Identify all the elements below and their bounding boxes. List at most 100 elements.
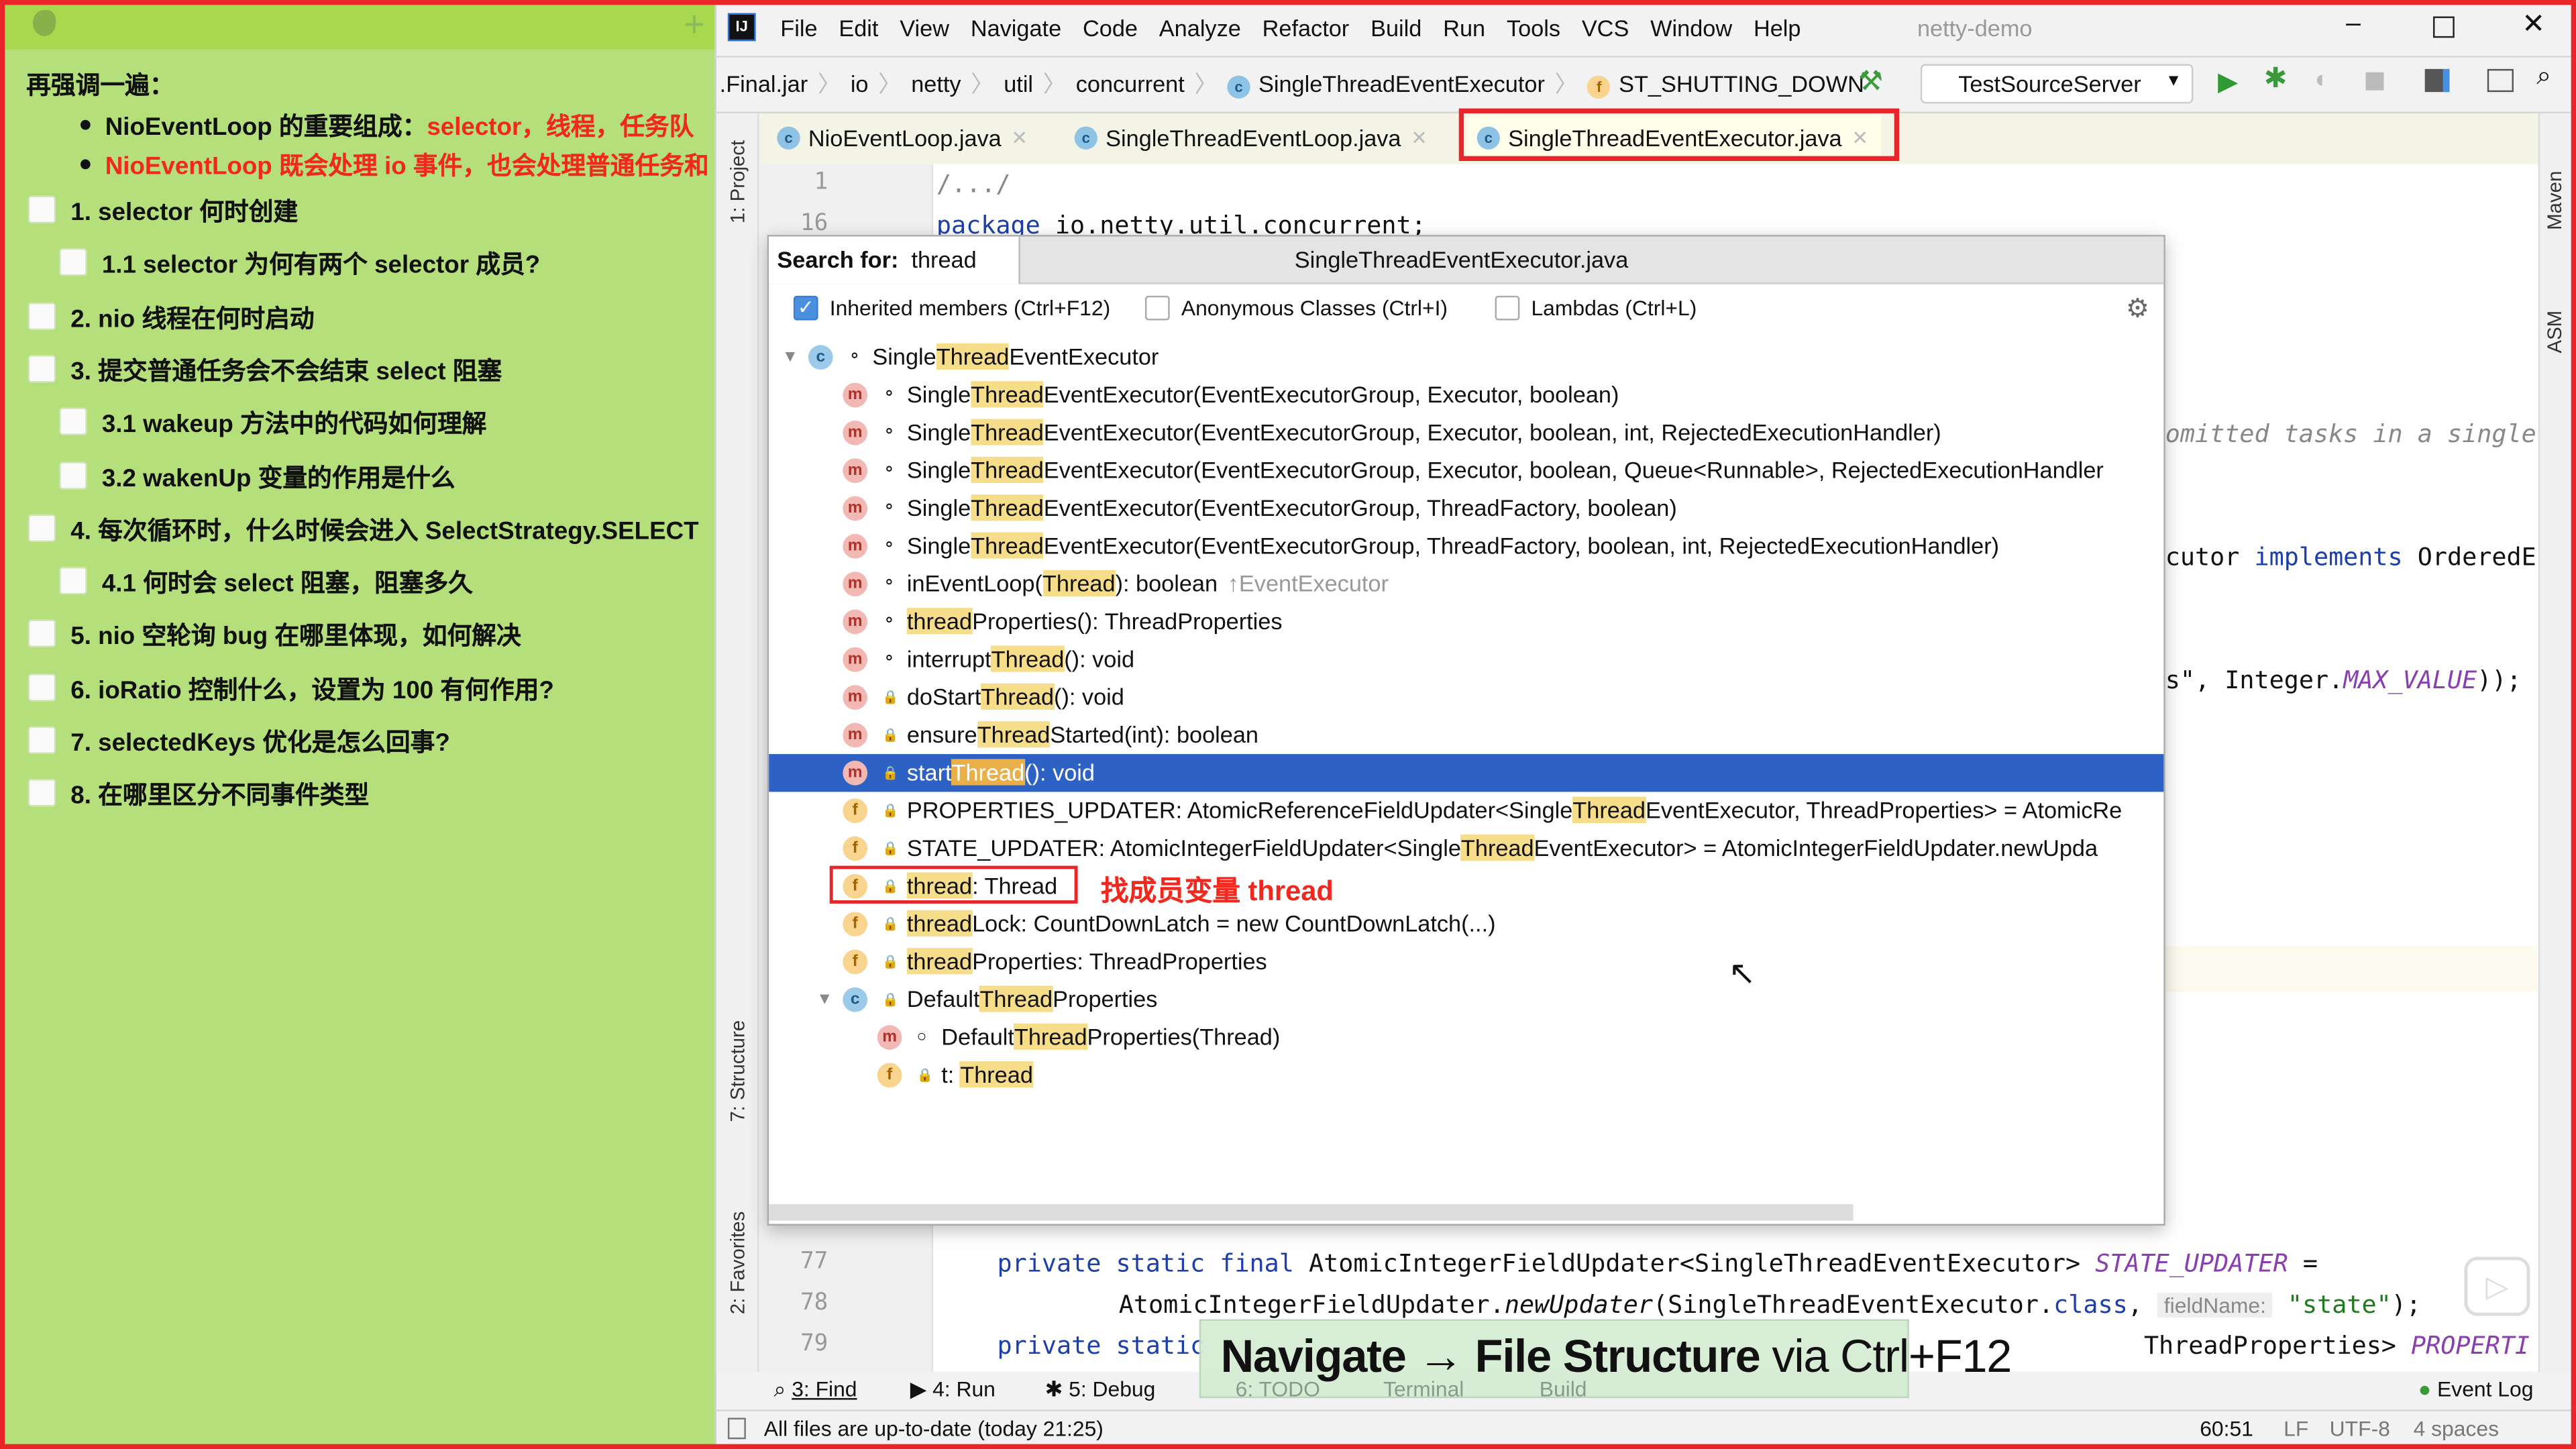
menu-file[interactable]: File: [780, 15, 817, 41]
structure-row[interactable]: f 🔒 threadProperties: ThreadProperties: [769, 943, 2163, 981]
tab-nioeventloop-java[interactable]: c NioEventLoop.java ✕: [767, 115, 1041, 161]
add-note-icon[interactable]: +: [684, 3, 704, 46]
label-prefix: doStart: [906, 683, 981, 710]
structure-row[interactable]: m ⚬ threadProperties(): ThreadProperties: [769, 603, 2163, 641]
note-item-label: 3.2 wakenUp 变量的作用是什么: [101, 464, 455, 492]
menu-navigate[interactable]: Navigate: [971, 15, 1061, 41]
coverage-icon[interactable]: ◐: [2315, 66, 2330, 94]
structure-row[interactable]: f 🔒 PROPERTIES_UPDATER: AtomicReferenceFie…: [769, 792, 2163, 829]
menu-tools[interactable]: Tools: [1507, 15, 1560, 41]
menu-vcs[interactable]: VCS: [1582, 15, 1629, 41]
breadcrumb-item[interactable]: io: [851, 70, 869, 97]
menu-view[interactable]: View: [900, 15, 949, 41]
event-log-button[interactable]: ● Event Log: [2418, 1377, 2534, 1401]
menu-refactor[interactable]: Refactor: [1263, 15, 1350, 41]
structure-row[interactable]: m 🔒 startThread(): void: [769, 754, 2164, 792]
structure-row[interactable]: ▼ c 🔒 DefaultThreadProperties: [769, 981, 2163, 1018]
structure-row[interactable]: m ⚬ inEventLoop(Thread): boolean ↑EventExec…: [769, 565, 2163, 602]
structure-row[interactable]: f 🔒 threadLock: CountDownLatch = new Count…: [769, 905, 2163, 943]
structure-row[interactable]: ▼ c ⚬ SingleThreadEventExecutor: [769, 338, 2163, 376]
search-everywhere-icon[interactable]: ⌕: [2536, 62, 2551, 92]
project-tool-tab[interactable]: 1: Project: [726, 140, 749, 223]
minimize-button[interactable]: –: [2346, 10, 2361, 40]
structure-row[interactable]: m ⚬ SingleThreadEventExecutor(EventExecuto…: [769, 376, 2163, 414]
menu-build[interactable]: Build: [1371, 15, 1421, 41]
indent-setting[interactable]: 4 spaces: [2414, 1416, 2499, 1441]
horizontal-scrollbar[interactable]: [769, 1204, 1854, 1221]
structure-row[interactable]: m ⚬ SingleThreadEventExecutor(EventExecuto…: [769, 451, 2163, 489]
note-checkbox[interactable]: [28, 354, 56, 383]
breadcrumb-item[interactable]: .Final.jar: [720, 70, 808, 97]
search-field[interactable]: Search for: thread: [769, 236, 1020, 284]
build-tool-button[interactable]: Build: [1540, 1377, 1587, 1401]
expand-arrow-icon[interactable]: ▼: [782, 338, 798, 376]
frame-icon[interactable]: [2487, 68, 2514, 93]
breadcrumb-item[interactable]: util: [1004, 70, 1033, 97]
search-match: Thread: [981, 683, 1055, 710]
menu-help[interactable]: Help: [1754, 15, 1801, 41]
note-checkbox[interactable]: [59, 407, 87, 436]
debug-tool-button[interactable]: ✱ 5: Debug: [1045, 1377, 1156, 1403]
file-encoding[interactable]: UTF-8: [2330, 1416, 2390, 1441]
close-window-button[interactable]: ✕: [2522, 8, 2545, 41]
run-config-select[interactable]: TestSourceServer ▼: [1920, 64, 2194, 104]
note-item-label: 4. 每次循环时，什么时候会进入 SelectStrategy.SELECT: [70, 517, 699, 545]
note-checkbox[interactable]: [28, 620, 56, 648]
terminal-tool-button[interactable]: Terminal: [1383, 1377, 1464, 1401]
menu-run[interactable]: Run: [1443, 15, 1485, 41]
method-icon: m: [843, 572, 868, 596]
maximize-button[interactable]: [2432, 16, 2455, 38]
favorites-tool-tab[interactable]: 2: Favorites: [726, 1212, 749, 1315]
line-separator[interactable]: LF: [2284, 1416, 2308, 1441]
inherited-from: ↑EventExecutor: [1227, 570, 1389, 596]
structure-row[interactable]: f 🔒 t: Thread: [769, 1057, 2163, 1094]
maven-tool-tab[interactable]: Maven: [2543, 171, 2566, 230]
status-toggle-icon[interactable]: [727, 1417, 746, 1440]
note-checkbox[interactable]: [59, 567, 87, 595]
debug-icon[interactable]: ✱: [2264, 62, 2288, 95]
caret-position[interactable]: 60:51: [2200, 1416, 2253, 1441]
structure-row[interactable]: m ⚬ SingleThreadEventExecutor(EventExecuto…: [769, 414, 2163, 451]
lambdas-checkbox[interactable]: Lambdas (Ctrl+L): [1495, 295, 1697, 321]
close-tab-icon[interactable]: ✕: [1011, 127, 1028, 150]
run-icon[interactable]: ▶: [2218, 66, 2238, 99]
inherited-members-checkbox[interactable]: ✓ Inherited members (Ctrl+F12): [793, 295, 1110, 321]
note-checkbox[interactable]: [28, 195, 56, 224]
structure-row[interactable]: m ○ DefaultThreadProperties(Thread): [769, 1018, 2163, 1056]
close-tab-icon[interactable]: ✕: [1411, 127, 1428, 150]
structure-row[interactable]: m 🔒 doStartThread(): void: [769, 678, 2163, 716]
structure-row[interactable]: m 🔒 ensureThreadStarted(int): boolean: [769, 716, 2163, 754]
note-checkbox[interactable]: [28, 514, 56, 542]
stop-icon[interactable]: [2365, 72, 2384, 91]
structure-row[interactable]: f 🔒 STATE_UPDATER: AtomicIntegerFieldUpdat…: [769, 830, 2163, 867]
folded-header[interactable]: /.../: [936, 169, 1011, 199]
note-checkbox[interactable]: [28, 301, 56, 330]
expand-arrow-icon[interactable]: ▼: [816, 981, 833, 1018]
note-checkbox[interactable]: [28, 673, 56, 701]
asm-tool-tab[interactable]: ASM: [2543, 311, 2566, 354]
menu-window[interactable]: Window: [1650, 15, 1732, 41]
todo-tool-button[interactable]: 6: TODO: [1236, 1377, 1320, 1401]
project-structure-icon[interactable]: [2424, 68, 2450, 93]
structure-tool-tab[interactable]: 7: Structure: [726, 1020, 749, 1122]
note-checkbox[interactable]: [28, 779, 56, 808]
breadcrumb-item[interactable]: concurrent: [1076, 70, 1185, 97]
structure-row[interactable]: m ⚬ interruptThread(): void: [769, 641, 2163, 678]
structure-row[interactable]: m ⚬ SingleThreadEventExecutor(EventExecuto…: [769, 490, 2163, 527]
menu-edit[interactable]: Edit: [839, 15, 878, 41]
build-hammer-icon[interactable]: ⚒: [1858, 66, 1883, 99]
find-tool-button[interactable]: ⌕ 3: Find: [773, 1377, 857, 1403]
breadcrumb-item[interactable]: netty: [911, 70, 961, 97]
note-checkbox[interactable]: [59, 248, 87, 277]
menu-analyze[interactable]: Analyze: [1159, 15, 1241, 41]
structure-row[interactable]: m ⚬ SingleThreadEventExecutor(EventExecuto…: [769, 527, 2163, 565]
menu-code[interactable]: Code: [1083, 15, 1138, 41]
breadcrumb-item[interactable]: ST_SHUTTING_DOWN: [1619, 70, 1864, 97]
anonymous-classes-checkbox[interactable]: Anonymous Classes (Ctrl+I): [1144, 295, 1448, 321]
tab-singlethreadeventloop-java[interactable]: c SingleThreadEventLoop.java ✕: [1065, 115, 1440, 161]
note-checkbox[interactable]: [28, 726, 56, 755]
breadcrumb-item[interactable]: SingleThreadEventExecutor: [1258, 70, 1545, 97]
note-checkbox[interactable]: [59, 460, 87, 489]
settings-gear-icon[interactable]: ⚙: [2126, 292, 2149, 325]
run-tool-button[interactable]: ▶ 4: Run: [910, 1377, 996, 1403]
